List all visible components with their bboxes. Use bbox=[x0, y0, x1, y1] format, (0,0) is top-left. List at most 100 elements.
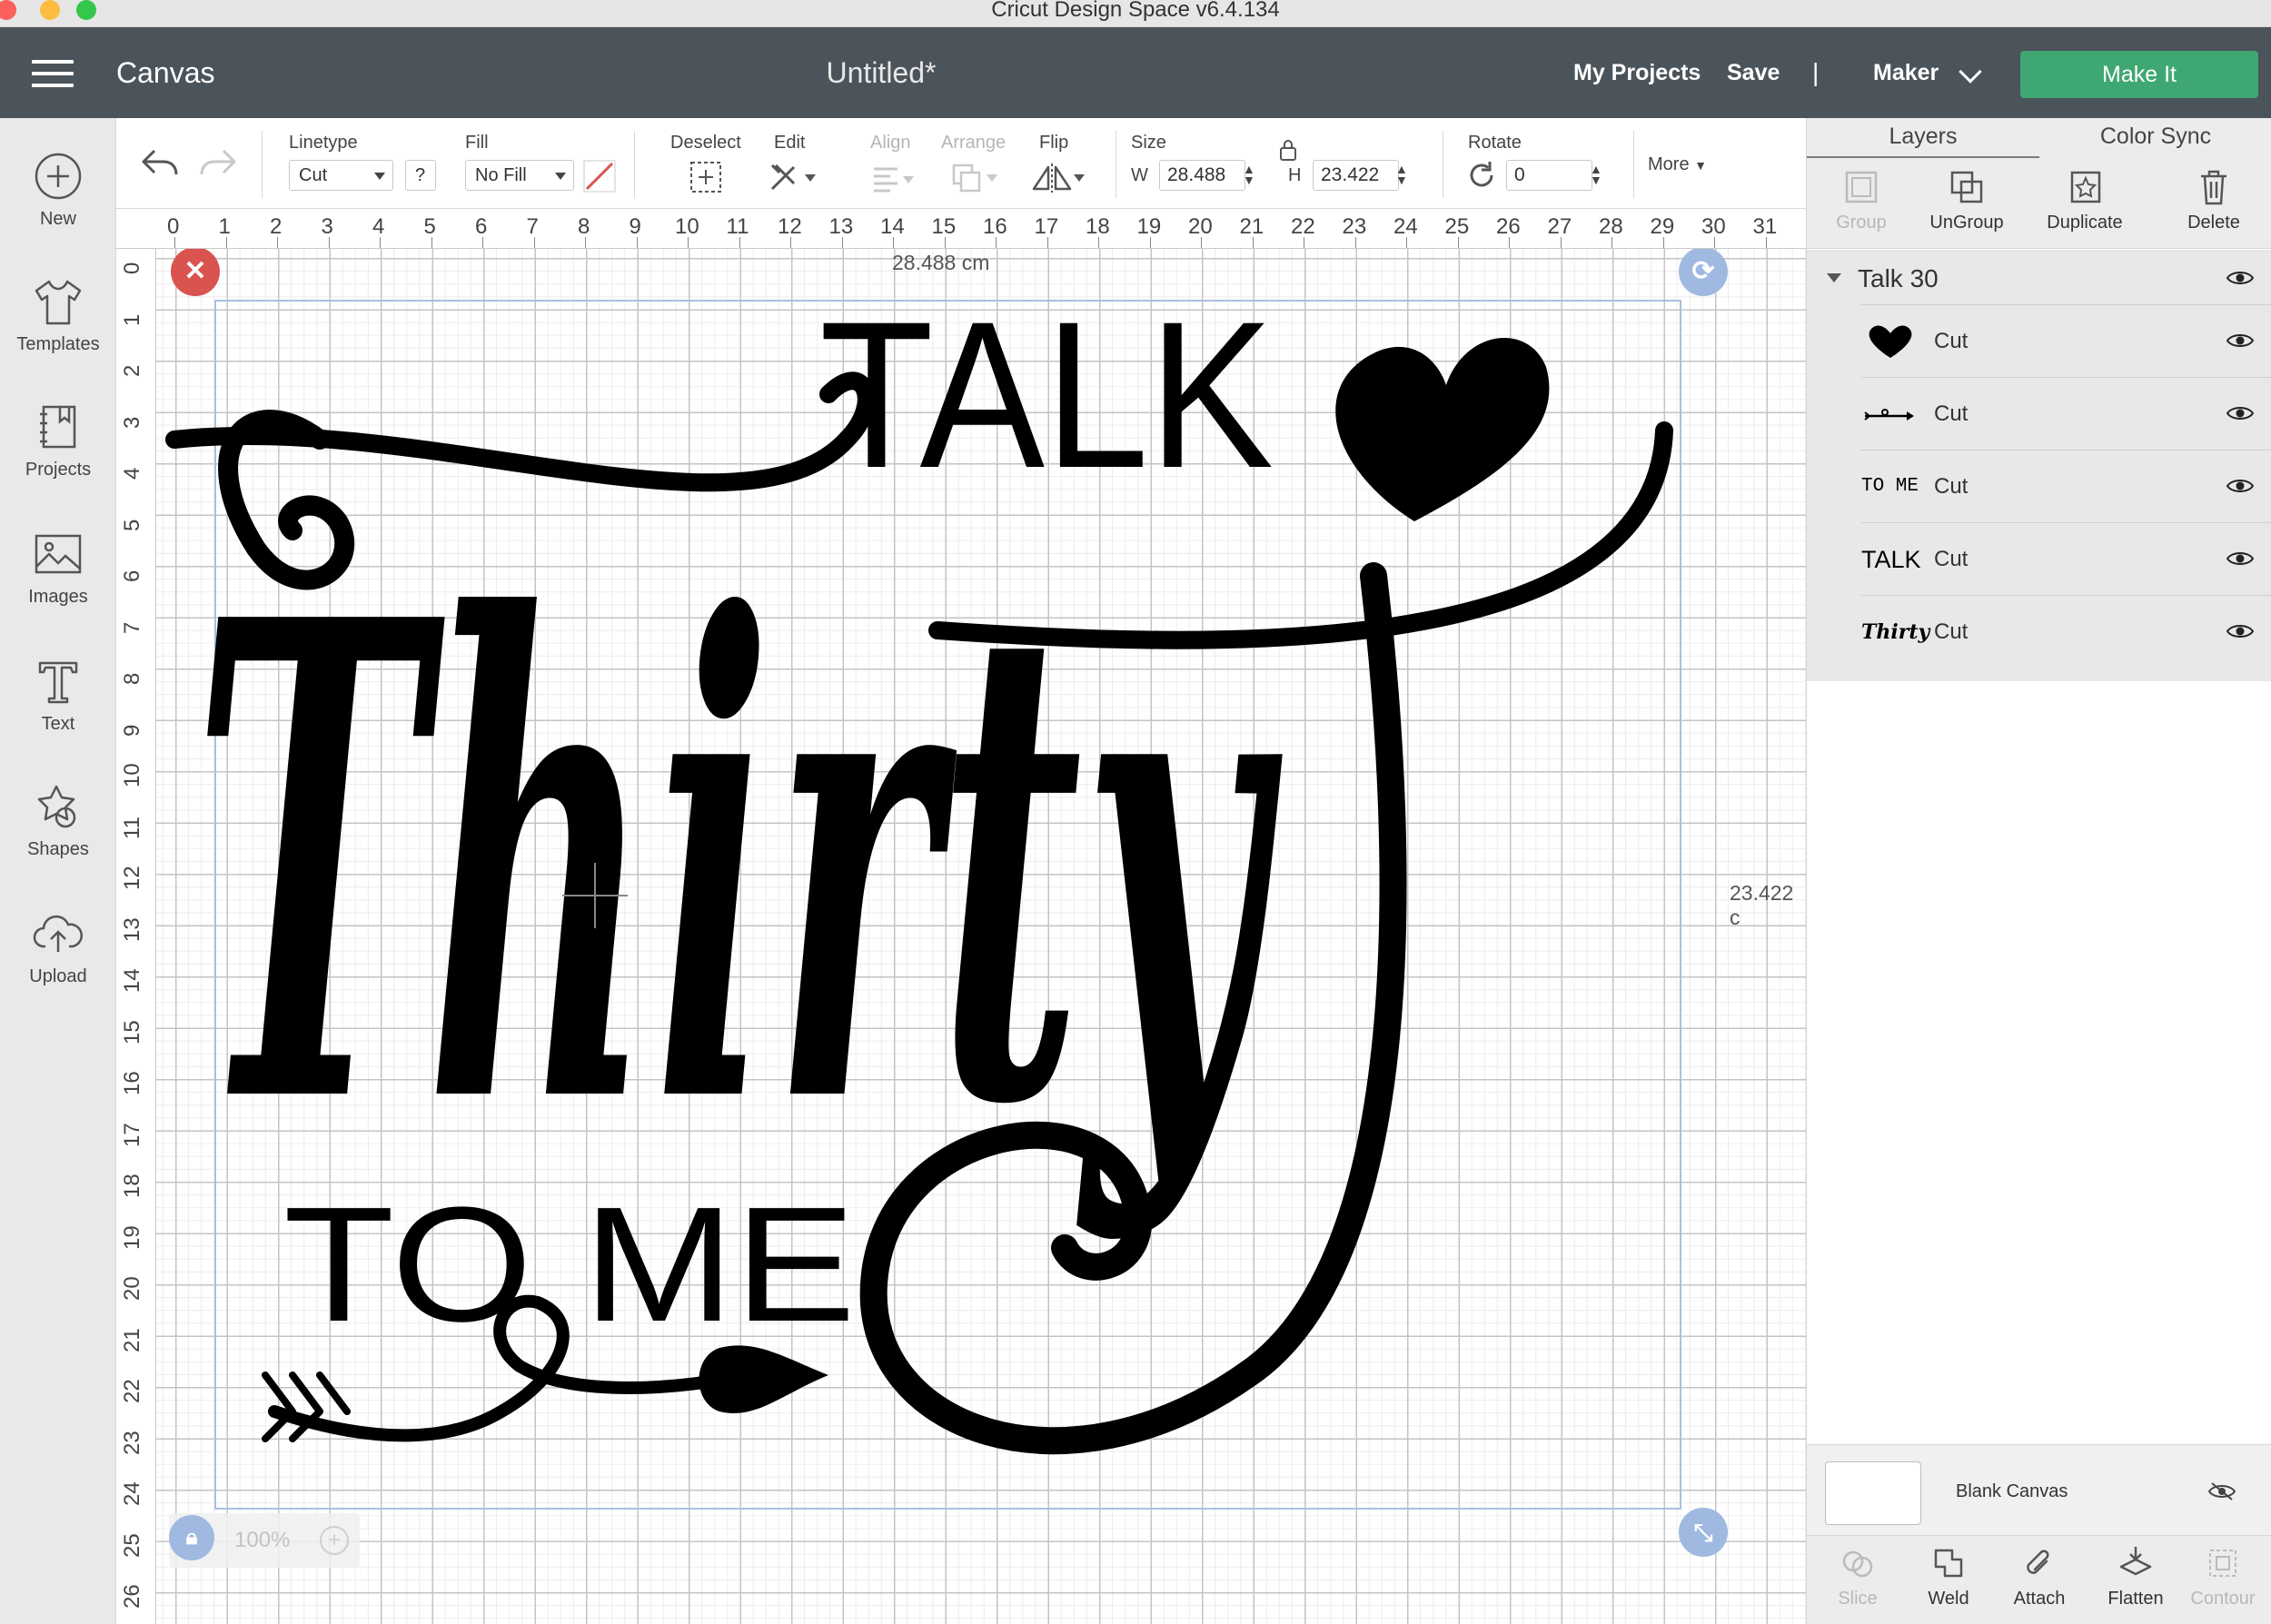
undo-icon[interactable] bbox=[140, 145, 180, 182]
eye-icon[interactable] bbox=[2226, 478, 2254, 494]
height-stepper[interactable]: ▲ ▼ bbox=[1395, 163, 1408, 186]
eye-icon[interactable] bbox=[2226, 550, 2254, 567]
text-icon bbox=[38, 661, 78, 704]
layer-group-row[interactable]: Talk 30 bbox=[1807, 250, 2271, 304]
ruler-tick bbox=[1098, 237, 1099, 248]
layer-thumbnail-text: Thirty bbox=[1861, 620, 1930, 644]
ruler-tick-label: 17 bbox=[1034, 214, 1059, 239]
resize-handle[interactable]: ⤡ bbox=[1679, 1508, 1728, 1557]
rotate-handle[interactable]: ⟳ bbox=[1679, 249, 1728, 296]
ruler-tick bbox=[790, 237, 791, 248]
fill-select[interactable]: No Fill bbox=[465, 160, 574, 191]
ruler-tick-label: 9 bbox=[629, 214, 641, 239]
layer-row[interactable]: Cut bbox=[1861, 304, 2271, 377]
sidebar-item-projects[interactable]: Projects bbox=[0, 401, 116, 480]
tab-layers[interactable]: Layers bbox=[1807, 124, 2039, 150]
design-canvas[interactable]: 28.488 cm 23.422 c TALK Thirty TO ME ✕ ⟳… bbox=[156, 249, 1806, 1624]
sidebar-item-text[interactable]: Text bbox=[0, 656, 116, 735]
sidebar-item-new[interactable]: New bbox=[0, 151, 116, 230]
contour-label: Contour bbox=[2190, 1589, 2256, 1609]
ruler-tick-label: 14 bbox=[880, 214, 905, 239]
ruler-tick bbox=[1509, 237, 1510, 248]
ruler-tick-label: 20 bbox=[120, 1276, 144, 1301]
slice-button[interactable]: Slice bbox=[1812, 1543, 1903, 1609]
layer-row[interactable]: TALK Cut bbox=[1861, 522, 2271, 595]
edit-tools-icon[interactable] bbox=[767, 160, 821, 194]
sidebar-item-templates[interactable]: Templates bbox=[0, 276, 116, 355]
trash-icon bbox=[2201, 170, 2226, 205]
delete-handle[interactable]: ✕ bbox=[171, 249, 220, 296]
sidebar-item-images[interactable]: Images bbox=[0, 529, 116, 608]
align-icon[interactable] bbox=[870, 163, 916, 194]
arrange-icon[interactable] bbox=[950, 162, 1001, 194]
heart-shape[interactable] bbox=[1335, 337, 1550, 521]
blank-canvas-row[interactable]: Blank Canvas bbox=[1807, 1444, 2271, 1535]
make-it-button[interactable]: Make It bbox=[2020, 51, 2258, 98]
fill-value: No Fill bbox=[475, 165, 527, 185]
eye-icon[interactable] bbox=[2226, 332, 2254, 349]
lock-handle[interactable]: 🔒︎ bbox=[169, 1515, 214, 1560]
thirty-script-text[interactable]: Thirty bbox=[193, 480, 1284, 1248]
attach-button[interactable]: Attach bbox=[1994, 1543, 2085, 1609]
to-me-text[interactable]: TO ME bbox=[283, 1173, 856, 1356]
header-separator: | bbox=[1812, 58, 1820, 86]
duplicate-icon bbox=[2070, 171, 2101, 203]
sidebar-item-label: New bbox=[39, 209, 76, 229]
chevron-down-icon[interactable] bbox=[1959, 60, 1982, 84]
weld-button[interactable]: Weld bbox=[1903, 1543, 1994, 1609]
redo-icon[interactable] bbox=[198, 145, 238, 182]
ungroup-button[interactable]: UnGroup bbox=[1912, 167, 2021, 233]
sidebar-item-upload[interactable]: Upload bbox=[0, 908, 116, 987]
layer-label: Cut bbox=[1934, 547, 1969, 571]
sidebar-item-shapes[interactable]: Shapes bbox=[0, 781, 116, 860]
design-artwork[interactable]: TALK Thirty TO ME bbox=[156, 249, 1806, 1624]
zoom-in-button[interactable]: + bbox=[320, 1526, 349, 1555]
my-projects-link[interactable]: My Projects bbox=[1573, 60, 1701, 86]
talk-text[interactable]: TALK bbox=[819, 278, 1274, 511]
flip-icon[interactable] bbox=[1030, 162, 1088, 194]
flatten-button[interactable]: Flatten bbox=[2090, 1543, 2181, 1609]
ruler-tick-label: 11 bbox=[120, 816, 144, 839]
rotate-stepper[interactable]: ▲ ▼ bbox=[1590, 163, 1602, 186]
no-fill-swatch-icon[interactable] bbox=[583, 160, 616, 193]
ruler-tick bbox=[1046, 237, 1048, 248]
ruler-tick bbox=[380, 237, 381, 248]
eye-icon[interactable] bbox=[2226, 270, 2254, 286]
layer-row[interactable]: Cut bbox=[1861, 377, 2271, 450]
rotate-input[interactable]: 0 bbox=[1506, 160, 1592, 191]
more-menu[interactable]: More ▼ bbox=[1648, 154, 1707, 175]
layer-label: Cut bbox=[1934, 401, 1969, 426]
machine-select[interactable]: Maker bbox=[1873, 60, 1939, 86]
eye-icon[interactable] bbox=[2226, 623, 2254, 639]
ruler-tick-label: 23 bbox=[120, 1430, 144, 1455]
height-input[interactable]: 23.422 bbox=[1313, 160, 1399, 191]
layer-thumbnail-text: TO ME bbox=[1861, 476, 1919, 497]
contour-button[interactable]: Contour bbox=[2177, 1543, 2268, 1609]
linetype-select[interactable]: Cut bbox=[289, 160, 393, 191]
delete-label: Delete bbox=[2187, 213, 2240, 233]
group-icon bbox=[1845, 171, 1878, 203]
delete-button[interactable]: Delete bbox=[2159, 167, 2268, 233]
expand-caret-icon[interactable] bbox=[1827, 273, 1841, 282]
layer-row[interactable]: Thirty Cut bbox=[1861, 595, 2271, 668]
duplicate-button[interactable]: Duplicate bbox=[2030, 167, 2139, 233]
ruler-tick bbox=[996, 237, 997, 248]
align-label: Align bbox=[870, 133, 911, 153]
deselect-icon[interactable] bbox=[689, 160, 723, 194]
eye-icon[interactable] bbox=[2226, 405, 2254, 421]
layer-row[interactable]: TO ME Cut bbox=[1861, 450, 2271, 522]
save-button[interactable]: Save bbox=[1727, 60, 1780, 86]
width-input[interactable]: 28.488 bbox=[1159, 160, 1245, 191]
tab-color-sync[interactable]: Color Sync bbox=[2039, 124, 2271, 150]
plus-circle-icon bbox=[35, 153, 82, 200]
linetype-help-button[interactable]: ? bbox=[405, 160, 436, 191]
width-stepper[interactable]: ▲ ▼ bbox=[1243, 163, 1255, 186]
lock-icon[interactable] bbox=[1277, 138, 1299, 162]
slice-label: Slice bbox=[1838, 1589, 1878, 1609]
canvas-swatch[interactable] bbox=[1825, 1461, 1921, 1525]
ruler-tick bbox=[431, 237, 432, 248]
eye-hidden-icon[interactable] bbox=[2208, 1481, 2236, 1501]
ruler-tick-label: 16 bbox=[120, 1071, 144, 1095]
ruler-tick-label: 0 bbox=[120, 262, 144, 274]
group-button[interactable]: Group bbox=[1807, 167, 1916, 233]
